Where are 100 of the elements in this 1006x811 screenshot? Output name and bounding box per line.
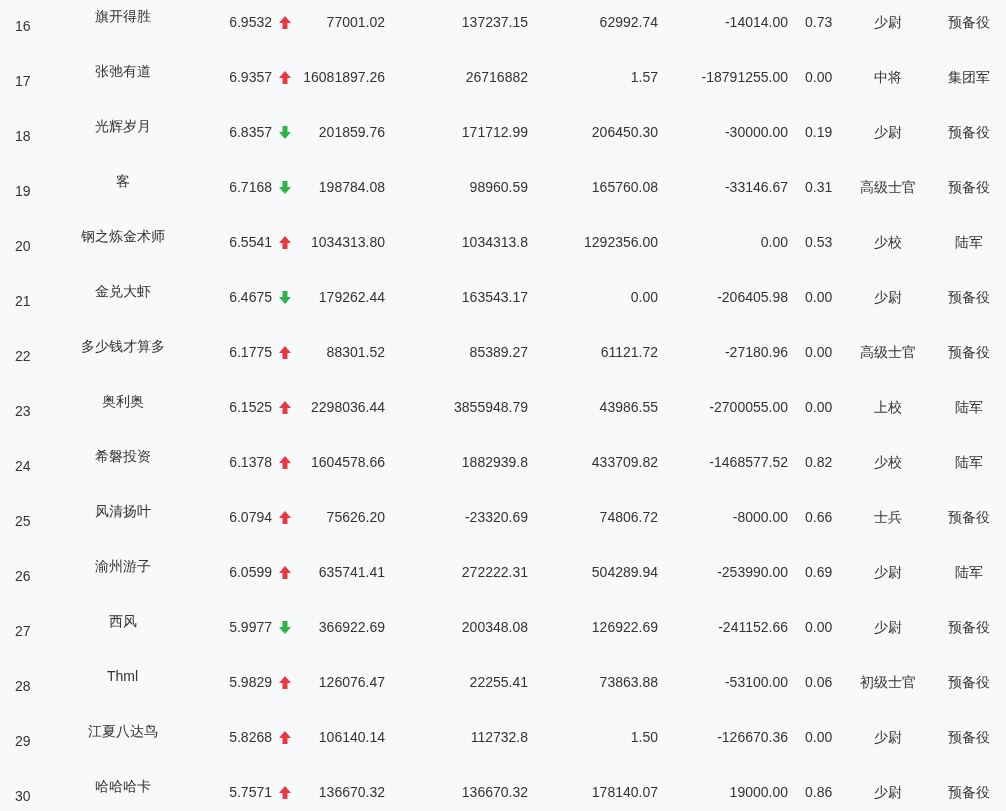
rank-cell-text: 16: [15, 17, 31, 36]
table-cell-text: 88301.52: [326, 343, 385, 362]
score-cell-text: 5.9977: [229, 618, 272, 637]
rank-title-cell-text: 上校: [874, 398, 902, 417]
ratio-cell-text: 0.00: [805, 618, 833, 637]
rank-title-cell-text: 少校: [874, 453, 902, 472]
ratio-cell-text: 0.86: [805, 783, 833, 802]
unit-cell-text: 陆军: [954, 563, 983, 582]
ratio-cell-text: 0.00: [805, 343, 833, 362]
table-cell-text: 178140.07: [591, 783, 658, 802]
name-cell-text: 金兑大虾: [94, 282, 151, 301]
name-cell-text: 西风: [108, 612, 137, 631]
unit-cell-text: 预备役: [947, 783, 990, 802]
unit-cell-text: 预备役: [947, 178, 990, 197]
table-cell-text: 635741.41: [318, 563, 385, 582]
score-cell-text: 6.1775: [229, 343, 272, 362]
table-cell-text: 206450.30: [591, 123, 658, 142]
table-cell-text: 136670.32: [318, 783, 385, 802]
table-cell-text: 201859.76: [318, 123, 385, 142]
table-cell-text: 106140.14: [318, 728, 385, 747]
table-cell-text: 1034313.8: [461, 233, 528, 252]
table-cell-text: 1.57: [630, 68, 658, 87]
table-cell-text: 77001.02: [326, 13, 385, 32]
rank-cell-text: 27: [15, 622, 31, 641]
score-cell-text: 6.4675: [229, 288, 272, 307]
ratio-cell-text: 0.00: [805, 68, 833, 87]
name-cell-text: 客: [115, 172, 130, 191]
table-cell-text: 126922.69: [591, 618, 658, 637]
name-cell-text: 渝州游子: [94, 557, 151, 576]
rank-title-cell-text: 少尉: [874, 728, 902, 747]
table-cell-text: 433709.82: [591, 453, 658, 472]
table-cell-text: -2700055.00: [709, 398, 788, 417]
table-cell-text: -253990.00: [717, 563, 788, 582]
table-cell-text: 112732.8: [470, 728, 528, 747]
rank-title-cell-text: 中将: [874, 68, 902, 87]
rank-title-cell-text: 士兵: [874, 508, 902, 527]
table-cell-text: -14014.00: [724, 13, 788, 32]
unit-cell-text: 预备役: [947, 123, 990, 142]
unit-cell-text: 预备役: [947, 508, 990, 527]
ratio-cell-text: 0.82: [805, 453, 833, 472]
score-cell-text: 6.9532: [229, 13, 272, 32]
rank-cell-text: 22: [15, 347, 31, 366]
table-cell-text: 1034313.80: [311, 233, 385, 252]
unit-cell-text: 陆军: [954, 233, 983, 252]
table-cell-text: 26716882: [465, 68, 528, 87]
table-cell-text: 62992.74: [599, 13, 658, 32]
ratio-cell-text: 0.00: [805, 728, 833, 747]
ratio-cell-text: 0.00: [805, 288, 833, 307]
table-cell-text: 200348.08: [461, 618, 528, 637]
table-cell-text: 136670.32: [461, 783, 528, 802]
table-cell-text: 0.00: [760, 233, 788, 252]
rank-cell-text: 17: [15, 72, 31, 91]
rank-title-cell-text: 少尉: [874, 563, 902, 582]
rank-cell-text: 19: [15, 182, 31, 201]
name-cell-text: 风清扬叶: [94, 502, 151, 521]
rank-cell-text: 28: [15, 677, 31, 696]
table-cell-text: 272222.31: [461, 563, 528, 582]
rank-title-cell-text: 少尉: [874, 618, 902, 637]
table-cell-text: -206405.98: [717, 288, 788, 307]
ratio-cell-text: 0.73: [805, 13, 833, 32]
table-cell-text: -30000.00: [724, 123, 788, 142]
name-cell-text: 张弛有道: [94, 62, 151, 81]
table-cell-text: 16081897.26: [303, 68, 385, 87]
table-cell-text: 165760.08: [591, 178, 658, 197]
rank-title-cell-text: 高级士官: [860, 178, 916, 197]
score-cell-text: 6.1378: [229, 453, 272, 472]
table-cell-text: 75626.20: [326, 508, 385, 527]
table-cell-text: 22255.41: [469, 673, 528, 692]
unit-cell-text: 预备役: [947, 343, 990, 362]
name-cell-text: 哈哈哈卡: [94, 777, 151, 796]
name-cell-text: 钢之炼金术师: [80, 227, 165, 246]
table-cell-text: -33146.67: [724, 178, 788, 197]
table-cell-text: 126076.47: [318, 673, 385, 692]
table-cell-text: 98960.59: [469, 178, 528, 197]
rank-cell-text: 26: [15, 567, 31, 586]
name-cell-text: 旗开得胜: [94, 7, 151, 26]
score-cell-text: 5.8268: [229, 728, 272, 747]
unit-cell-text: 预备役: [947, 13, 990, 32]
score-cell-text: 6.8357: [229, 123, 272, 142]
ratio-cell-text: 0.00: [805, 398, 833, 417]
unit-cell-text: 集团军: [947, 68, 990, 87]
unit-cell-text: 预备役: [947, 673, 990, 692]
ratio-cell-text: 0.69: [805, 563, 833, 582]
unit-cell-text: 预备役: [947, 288, 990, 307]
name-cell-text: 奥利奥: [101, 392, 144, 411]
rank-title-cell-text: 初级士官: [860, 673, 916, 692]
rank-title-cell-text: 少校: [874, 233, 902, 252]
table-cell-text: 1882939.8: [461, 453, 528, 472]
table-cell-text: 1604578.66: [311, 453, 385, 472]
table-cell-text: -23320.69: [464, 508, 528, 527]
table-cell-text: 73863.88: [599, 673, 658, 692]
score-cell-text: 6.1525: [229, 398, 272, 417]
table-cell-text: -8000.00: [732, 508, 788, 527]
name-cell-text: 江夏八达鸟: [87, 722, 158, 741]
rank-cell-text: 30: [15, 787, 31, 806]
table-cell-text: 198784.08: [318, 178, 385, 197]
name-cell-text: 多少钱才算多: [80, 337, 165, 356]
name-cell-text: 希磐投资: [94, 447, 151, 466]
score-cell-text: 5.9829: [229, 673, 272, 692]
rank-title-cell-text: 高级士官: [860, 343, 916, 362]
